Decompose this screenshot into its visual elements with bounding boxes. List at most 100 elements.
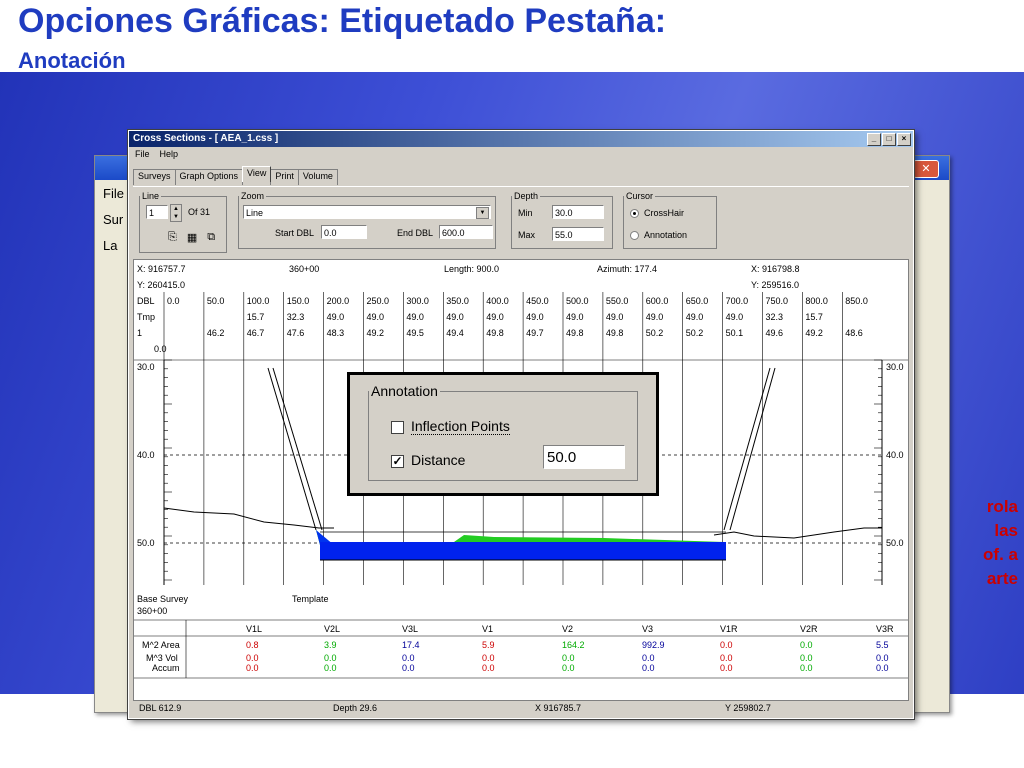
background-tab-surveys[interactable]: Sur: [103, 210, 124, 236]
accum-cell: 0.0: [324, 663, 337, 673]
end-dbl-label: End DBL: [397, 228, 434, 238]
accum-cell: 0.0: [720, 663, 733, 673]
accum-cell: 0.0: [642, 663, 655, 673]
depth-legend: Depth: [514, 191, 539, 201]
template-right-slope: [723, 367, 771, 531]
depth-min-input[interactable]: 30.0: [552, 205, 604, 219]
spinner-up-icon[interactable]: ▲: [171, 205, 181, 213]
background-menu-file[interactable]: File: [103, 184, 124, 210]
line-legend: Line: [142, 191, 160, 201]
area-cell: 992.9: [642, 640, 665, 650]
annotation-radio[interactable]: [630, 231, 639, 240]
accum-cell: 0.0: [800, 663, 813, 673]
menu-help[interactable]: Help: [160, 147, 179, 161]
tab-strip: Surveys Graph Options View Print Volume: [133, 166, 338, 185]
cursor-legend: Cursor: [626, 191, 654, 201]
crosshair-radio[interactable]: [630, 209, 639, 218]
close-icon[interactable]: ✕: [913, 160, 939, 178]
area-cell: 0.0: [800, 640, 813, 650]
base-station-label: 360+00: [137, 606, 168, 616]
status-dbl: DBL 612.9: [139, 703, 182, 713]
zoom-group: Zoom Line ▼ Start DBL 0.0 End DBL 600.0: [238, 191, 496, 249]
depth-max-input[interactable]: 55.0: [552, 227, 604, 241]
distance-input[interactable]: 50.0: [543, 445, 625, 469]
template-left-slope: [267, 367, 317, 531]
cursor-group: Cursor CrossHair Annotation: [623, 191, 717, 249]
tab-graph-options[interactable]: Graph Options: [174, 169, 244, 185]
line-group: Line 1 ▲ ▼ Of 31 ⎘ ▦ ⧉: [139, 191, 227, 253]
zoom-select[interactable]: Line ▼: [243, 205, 491, 219]
film-icon[interactable]: ▦: [187, 231, 197, 244]
depth-min-label: Min: [518, 208, 533, 218]
area-cell: 5.9: [482, 640, 495, 650]
window-titlebar: Cross Sections - [ AEA_1.css ] _ □ ×: [129, 131, 913, 147]
tab-volume[interactable]: Volume: [297, 169, 338, 185]
accum-cell: 0.0: [246, 663, 259, 673]
volume-column-header: V1R: [720, 624, 738, 634]
copy-icon[interactable]: ⎘: [168, 231, 177, 244]
volume-column-header: V3: [642, 624, 654, 634]
accum-row-label: Accum: [152, 663, 180, 673]
vol-cell: 0.0: [246, 653, 259, 663]
distance-checkbox[interactable]: ✓: [391, 455, 404, 468]
spinner-down-icon[interactable]: ▼: [171, 213, 181, 221]
zoom-select-value: Line: [246, 208, 264, 218]
tab-view[interactable]: View: [242, 166, 272, 182]
accum-cell: 0.0: [482, 663, 495, 673]
accum-cell: 0.0: [876, 663, 889, 673]
area-cell: 0.0: [720, 640, 733, 650]
inflection-label: Inflection Points: [411, 418, 510, 435]
menu-bar: File Help: [129, 147, 913, 161]
volume-column-header: V2: [562, 624, 574, 634]
start-dbl-input[interactable]: 0.0: [321, 225, 367, 239]
volume-column-header: V1: [482, 624, 494, 634]
terrain-line-left: [163, 507, 334, 529]
tab-print[interactable]: Print: [270, 169, 299, 185]
area-cell: 164.2: [562, 640, 585, 650]
line-spinner[interactable]: ▲ ▼: [170, 204, 182, 222]
minimize-button[interactable]: _: [867, 133, 881, 146]
area-cell: 0.8: [246, 640, 259, 650]
accum-cell: 0.0: [562, 663, 575, 673]
vol-cell: 0.0: [800, 653, 813, 663]
export-icon[interactable]: ⧉: [207, 231, 215, 244]
background-tab-label[interactable]: La: [103, 236, 124, 262]
start-dbl-label: Start DBL: [275, 228, 315, 238]
zoom-legend: Zoom: [241, 191, 265, 201]
volume-column-header: V3R: [876, 624, 894, 634]
volume-column-header: V3L: [402, 624, 419, 634]
volume-column-header: V1L: [246, 624, 263, 634]
annotation-legend: Annotation: [371, 383, 438, 399]
accum-cell: 0.0: [402, 663, 415, 673]
view-panel: Line 1 ▲ ▼ Of 31 ⎘ ▦ ⧉ Zoom Line ▼ Start…: [133, 186, 909, 257]
terrain-line-right: [713, 527, 882, 539]
status-x: X 916785.7: [535, 703, 582, 713]
maximize-button[interactable]: □: [882, 133, 896, 146]
vol-cell: 0.0: [642, 653, 655, 663]
status-depth: Depth 29.6: [333, 703, 378, 713]
tab-surveys[interactable]: Surveys: [133, 169, 176, 185]
vol-cell: 0.0: [324, 653, 337, 663]
end-dbl-input[interactable]: 600.0: [439, 225, 493, 239]
line-number-input[interactable]: 1: [146, 205, 168, 219]
template-label: Template: [292, 594, 329, 604]
chevron-down-icon[interactable]: ▼: [476, 207, 489, 219]
area-cell: 3.9: [324, 640, 337, 650]
volume-column-header: V2R: [800, 624, 818, 634]
template-right-slope: [729, 367, 776, 531]
template-left-slope: [272, 367, 323, 531]
fill-blue-body: [320, 542, 726, 560]
vol-row-label: M^3 Vol: [146, 653, 178, 663]
menu-file[interactable]: File: [135, 147, 150, 161]
depth-max-label: Max: [518, 230, 536, 240]
slide-title: Opciones Gráficas: Etiquetado Pestaña:: [18, 2, 667, 40]
close-button[interactable]: ×: [897, 133, 911, 146]
area-cell: 17.4: [402, 640, 420, 650]
depth-group: Depth Min 30.0 Max 55.0: [511, 191, 613, 249]
vol-cell: 0.0: [720, 653, 733, 663]
vol-cell: 0.0: [876, 653, 889, 663]
inflection-checkbox[interactable]: [391, 421, 404, 434]
window-title: Cross Sections - [ AEA_1.css ]: [133, 133, 279, 144]
status-y: Y 259802.7: [725, 703, 771, 713]
volume-column-header: V2L: [324, 624, 341, 634]
